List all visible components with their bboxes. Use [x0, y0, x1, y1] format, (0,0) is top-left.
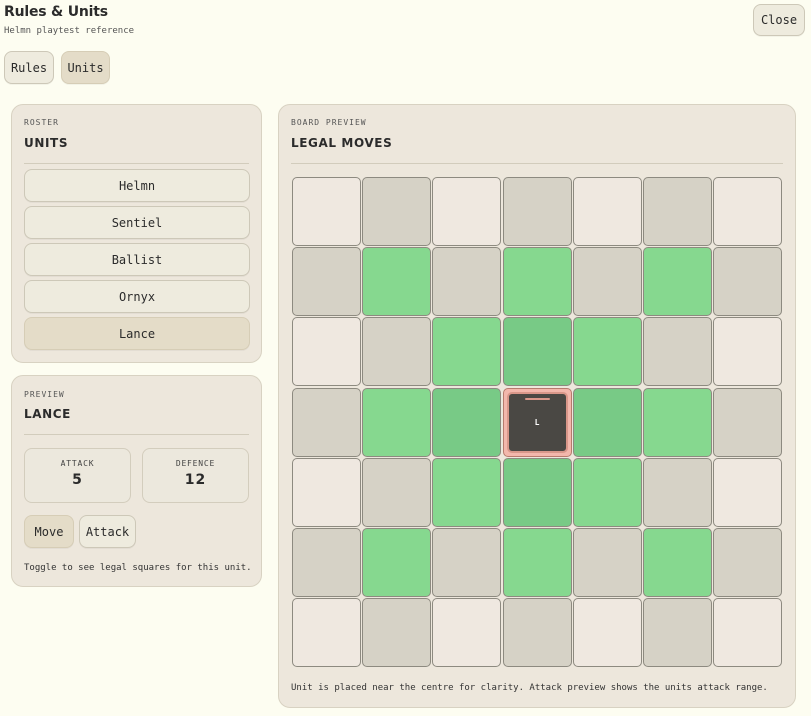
board-square[interactable]: [713, 598, 783, 668]
board-square[interactable]: [713, 176, 783, 246]
board-grid: L: [291, 176, 783, 668]
legal-move-square[interactable]: [432, 387, 502, 457]
board-square[interactable]: [432, 246, 502, 316]
board-note: Unit is placed near the centre for clari…: [291, 683, 768, 693]
preview-kicker: PREVIEW: [24, 390, 65, 399]
legal-move-square[interactable]: [361, 528, 431, 598]
tab-rules[interactable]: Rules: [4, 51, 54, 84]
attack-stat-card: ATTACK 5: [24, 448, 131, 503]
legal-move-square[interactable]: [572, 457, 642, 527]
board-square[interactable]: [432, 528, 502, 598]
board-square[interactable]: [432, 598, 502, 668]
board-square[interactable]: [291, 387, 361, 457]
board-square[interactable]: [713, 317, 783, 387]
legal-move-square[interactable]: [643, 387, 713, 457]
board-square[interactable]: [291, 176, 361, 246]
legal-move-square[interactable]: [572, 317, 642, 387]
roster-title: UNITS: [24, 136, 69, 150]
legal-move-square[interactable]: [502, 317, 572, 387]
unit-button-sentiel[interactable]: Sentiel: [24, 206, 250, 239]
board-square[interactable]: [291, 246, 361, 316]
close-button[interactable]: Close: [753, 4, 805, 36]
divider: [24, 163, 249, 164]
divider: [291, 163, 783, 164]
divider: [24, 434, 249, 435]
board-square[interactable]: [291, 317, 361, 387]
legal-move-square[interactable]: [502, 457, 572, 527]
board-kicker: BOARD PREVIEW: [291, 118, 367, 127]
board-square[interactable]: [643, 598, 713, 668]
page-title: Rules & Units: [4, 4, 108, 20]
board-square[interactable]: [713, 528, 783, 598]
board-square[interactable]: [291, 598, 361, 668]
roster-panel: ROSTER UNITS Helmn Sentiel Ballist Ornyx…: [11, 104, 262, 363]
board-square[interactable]: [361, 457, 431, 527]
defence-stat-card: DEFENCE 12: [142, 448, 249, 503]
legal-move-square[interactable]: [432, 317, 502, 387]
unit-list: Helmn Sentiel Ballist Ornyx Lance: [24, 169, 250, 354]
board-title: LEGAL MOVES: [291, 136, 393, 150]
unit-square[interactable]: L: [502, 387, 572, 457]
board-square[interactable]: [361, 598, 431, 668]
unit-button-lance[interactable]: Lance: [24, 317, 250, 350]
move-toggle-button[interactable]: Move: [24, 515, 74, 548]
legal-move-square[interactable]: [502, 246, 572, 316]
attack-value: 5: [72, 472, 83, 488]
board-square[interactable]: [713, 457, 783, 527]
legal-move-square[interactable]: [361, 387, 431, 457]
legal-move-square[interactable]: [572, 387, 642, 457]
board-square[interactable]: [643, 317, 713, 387]
tab-units[interactable]: Units: [61, 51, 110, 84]
legal-move-square[interactable]: [502, 528, 572, 598]
attack-toggle-button[interactable]: Attack: [79, 515, 136, 548]
board-square[interactable]: [572, 598, 642, 668]
attack-label: ATTACK: [60, 459, 95, 468]
unit-button-ballist[interactable]: Ballist: [24, 243, 250, 276]
unit-button-ornyx[interactable]: Ornyx: [24, 280, 250, 313]
board-square[interactable]: [572, 176, 642, 246]
board-square[interactable]: [572, 528, 642, 598]
unit-button-helmn[interactable]: Helmn: [24, 169, 250, 202]
legal-move-square[interactable]: [361, 246, 431, 316]
board-square[interactable]: [713, 246, 783, 316]
legal-move-square[interactable]: [643, 246, 713, 316]
preview-unit-name: LANCE: [24, 407, 71, 421]
roster-kicker: ROSTER: [24, 118, 59, 127]
board-square[interactable]: [291, 528, 361, 598]
legal-move-square[interactable]: [643, 528, 713, 598]
board-square[interactable]: [502, 598, 572, 668]
board-square[interactable]: [713, 387, 783, 457]
preview-hint: Toggle to see legal squares for this uni…: [24, 563, 252, 573]
board-panel: BOARD PREVIEW LEGAL MOVES L Unit is plac…: [278, 104, 796, 708]
board-square[interactable]: [291, 457, 361, 527]
board-square[interactable]: [432, 176, 502, 246]
legal-move-square[interactable]: [432, 457, 502, 527]
unit-piece[interactable]: L: [506, 391, 568, 453]
board-square[interactable]: [361, 317, 431, 387]
defence-value: 12: [184, 472, 207, 488]
board-square[interactable]: [643, 176, 713, 246]
defence-label: DEFENCE: [175, 459, 216, 468]
page-subtitle: Helmn playtest reference: [4, 26, 135, 36]
board-square[interactable]: [361, 176, 431, 246]
board-square[interactable]: [572, 246, 642, 316]
board-square[interactable]: [643, 457, 713, 527]
preview-panel: PREVIEW LANCE ATTACK 5 DEFENCE 12 Move A…: [11, 375, 262, 587]
board-square[interactable]: [502, 176, 572, 246]
